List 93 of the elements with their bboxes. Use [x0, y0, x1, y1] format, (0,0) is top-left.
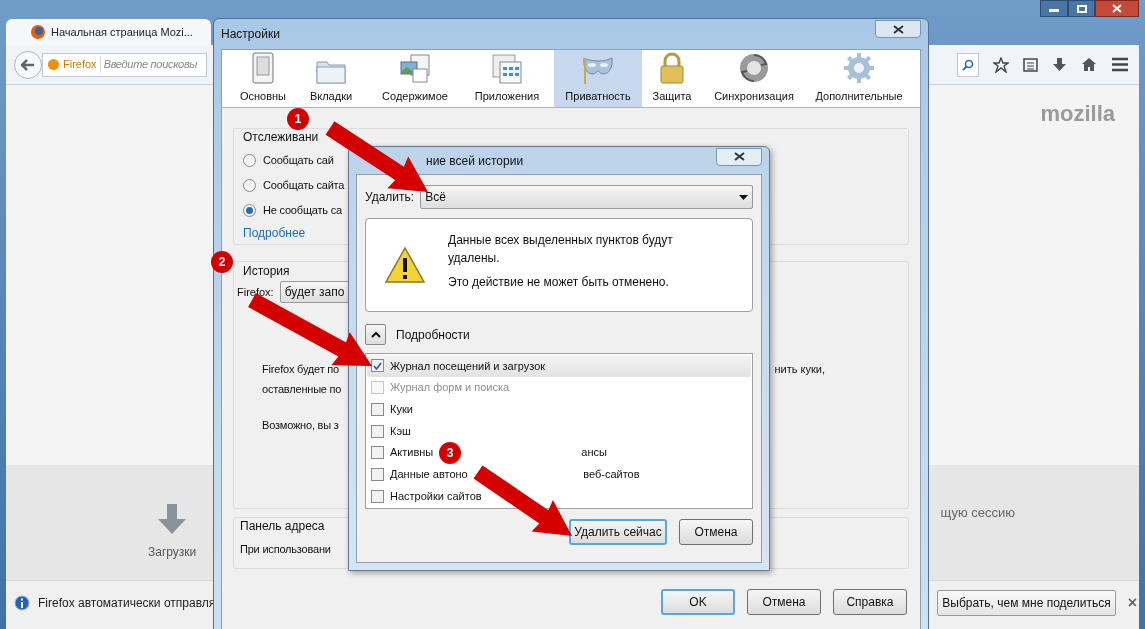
list-item[interactable]: Настройки сайтов [367, 485, 751, 508]
gear-icon [843, 51, 875, 84]
radio-button[interactable] [243, 204, 256, 217]
list-item[interactable]: Активны [367, 441, 438, 464]
menu-icon[interactable] [1111, 57, 1129, 72]
tab-title: Начальная страница Mozi... [51, 24, 193, 40]
group-legend: Панель адреса [240, 517, 325, 535]
minimize-button[interactable] [1040, 0, 1068, 17]
settings-tab[interactable]: Защита [642, 50, 702, 107]
dialog-button[interactable]: Удалить сейчас [569, 519, 667, 545]
chevron-up-icon [370, 331, 381, 338]
radio-button[interactable] [243, 179, 256, 192]
list-item[interactable]: Кэш [367, 420, 751, 442]
radio-option[interactable]: Не сообщать са [243, 201, 345, 220]
details-toggle[interactable] [365, 324, 386, 345]
pictures-icon [399, 53, 431, 84]
close-icon [1112, 4, 1122, 13]
dialog-button[interactable]: OK [661, 589, 735, 615]
checkbox[interactable] [371, 402, 384, 416]
down-arrow-icon [156, 502, 189, 535]
close-button[interactable] [1095, 0, 1139, 17]
settings-tab[interactable]: Синхронизация [702, 50, 806, 107]
checkbox[interactable] [371, 424, 384, 438]
close-icon [892, 24, 904, 34]
list-item[interactable]: Куки [367, 398, 751, 421]
home-icon[interactable] [1081, 57, 1097, 72]
download-icon[interactable] [1052, 57, 1067, 72]
reading-list-icon[interactable] [1023, 57, 1038, 72]
radio-option[interactable]: Сообщать сайта [243, 176, 345, 195]
item-label-end: ансы [581, 445, 607, 461]
firefox-icon [47, 58, 60, 71]
info-icon [14, 595, 30, 611]
browser-tab[interactable]: Начальная страница Mozi... [6, 19, 211, 45]
search-button[interactable] [957, 52, 979, 77]
firefox-icon [30, 24, 46, 40]
history-text: оставленные по [262, 381, 342, 397]
url-placeholder: Введите поисковы [103, 57, 198, 73]
list-item[interactable]: Данные автоно [367, 463, 472, 486]
star-icon[interactable] [993, 56, 1009, 73]
mozilla-logo: mozilla [1040, 100, 1115, 128]
close-button[interactable]: × [1127, 591, 1138, 615]
details-label: Подробности [396, 326, 470, 344]
list-item[interactable]: Журнал посещений и загрузок [367, 355, 751, 377]
checkbox[interactable] [371, 467, 384, 481]
warning-text: Это действие не может быть отменено. [448, 274, 670, 291]
padlock-icon [659, 51, 685, 84]
history-text: Возможно, вы з [262, 418, 339, 433]
history-select[interactable]: будет запо [279, 281, 350, 303]
radio-option[interactable]: Сообщать сай [243, 151, 345, 170]
address-text: При использовани [240, 542, 331, 557]
more-link[interactable]: Подробнее [243, 224, 306, 242]
url-field[interactable]: Firefox Введите поисковы [42, 52, 207, 77]
settings-tab[interactable]: Приложения [460, 50, 554, 107]
notification-text: Firefox автоматически отправля [38, 595, 216, 612]
history-text: нить куки, [774, 362, 825, 377]
radio-button[interactable] [243, 154, 256, 167]
url-label: Firefox [63, 56, 101, 73]
remove-label: Удалить: [365, 189, 415, 206]
window-title: Настройки [221, 26, 280, 43]
back-arrow-icon [21, 58, 35, 71]
close-icon [733, 152, 745, 161]
dialog-button[interactable]: Отмена [747, 589, 821, 615]
checkbox[interactable] [371, 446, 384, 460]
share-button[interactable]: Выбрать, чем мне поделиться [937, 590, 1116, 616]
field-label: Firefox: [237, 284, 274, 300]
search-icon [962, 58, 974, 71]
remove-select[interactable]: Всё [420, 185, 753, 209]
close-button[interactable] [716, 147, 762, 166]
group-legend: История [243, 262, 290, 278]
back-button[interactable] [14, 50, 42, 79]
check-icon [373, 361, 382, 370]
dropdown-caret-icon [739, 194, 748, 200]
warning-text: Данные всех выделенных пунктов будут удалены. [448, 232, 674, 267]
settings-tab[interactable]: Вкладки [292, 50, 370, 107]
settings-tab[interactable]: Дополнительные [806, 50, 912, 107]
calendar-grid-icon [492, 53, 522, 84]
maximize-button[interactable] [1068, 0, 1095, 17]
item-label-end: веб-сайтов [583, 467, 640, 483]
sync-icon [738, 51, 770, 84]
checkbox[interactable] [371, 359, 384, 373]
group-legend: Отслеживани [243, 128, 319, 146]
checkbox[interactable] [371, 489, 384, 503]
dialog-button[interactable]: Отмена [679, 519, 753, 545]
close-button[interactable] [875, 20, 921, 38]
settings-tab[interactable]: Содержимое [370, 50, 460, 107]
warning-icon [384, 246, 426, 284]
downloads-launcher[interactable]: Загрузки [148, 502, 197, 561]
session-text: щую сессию [940, 503, 1015, 522]
dialog-title: ние всей истории [426, 152, 524, 170]
settings-tab[interactable]: Основны [234, 50, 292, 107]
settings-tab[interactable]: Приватность [554, 50, 642, 107]
history-text: Firefox будет по [262, 362, 339, 377]
dialog-button[interactable]: Справка [833, 589, 907, 615]
